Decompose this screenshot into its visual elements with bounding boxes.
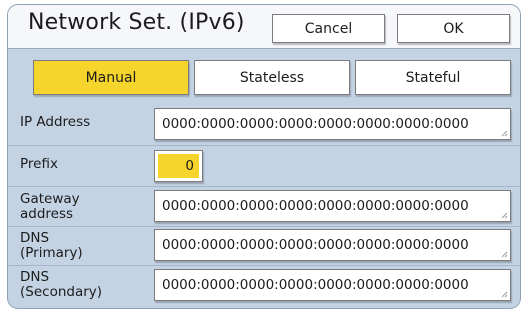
dns-primary-field[interactable]: 0000:0000:0000:0000:0000:0000:0000:0000 xyxy=(154,229,511,261)
dns-secondary-label-line1: DNS xyxy=(20,269,50,285)
ok-button[interactable]: OK xyxy=(397,14,510,43)
ip-address-field[interactable]: 0000:0000:0000:0000:0000:0000:0000:0000 xyxy=(154,108,511,140)
dns-secondary-label-line2: (Secondary) xyxy=(20,284,103,300)
resize-grip-icon xyxy=(501,212,508,219)
ip-address-value: 0000:0000:0000:0000:0000:0000:0000:0000 xyxy=(162,116,469,132)
row-divider xyxy=(8,186,520,187)
row-divider xyxy=(8,145,520,146)
gateway-label-line1: Gateway xyxy=(20,191,80,207)
row-divider xyxy=(8,226,520,227)
tab-stateful[interactable]: Stateful xyxy=(355,60,511,95)
resize-grip-icon xyxy=(501,251,508,258)
dns-primary-label: DNS (Primary) xyxy=(20,231,83,261)
network-settings-dialog: Network Set. (IPv6) Cancel OK Manual Sta… xyxy=(7,4,521,309)
resize-grip-icon xyxy=(501,130,508,137)
dns-primary-value: 0000:0000:0000:0000:0000:0000:0000:0000 xyxy=(162,237,469,253)
cancel-button[interactable]: Cancel xyxy=(272,14,385,43)
resize-grip-icon xyxy=(501,291,508,298)
gateway-address-field[interactable]: 0000:0000:0000:0000:0000:0000:0000:0000 xyxy=(154,190,511,222)
gateway-label-line2: address xyxy=(20,206,74,222)
gateway-address-value: 0000:0000:0000:0000:0000:0000:0000:0000 xyxy=(162,198,469,214)
tab-stateless[interactable]: Stateless xyxy=(194,60,350,95)
tab-manual[interactable]: Manual xyxy=(33,60,189,95)
prefix-value: 0 xyxy=(158,154,199,178)
prefix-label: Prefix xyxy=(20,156,58,172)
dns-secondary-value: 0000:0000:0000:0000:0000:0000:0000:0000 xyxy=(162,277,469,293)
dns-secondary-label: DNS (Secondary) xyxy=(20,270,102,300)
dialog-title: Network Set. (IPv6) xyxy=(28,10,245,35)
dialog-header: Network Set. (IPv6) Cancel OK xyxy=(8,5,520,49)
prefix-field[interactable]: 0 xyxy=(154,150,203,182)
dns-primary-label-line2: (Primary) xyxy=(20,245,83,261)
ip-address-label: IP Address xyxy=(20,114,91,130)
gateway-label: Gateway address xyxy=(20,192,80,222)
dns-secondary-field[interactable]: 0000:0000:0000:0000:0000:0000:0000:0000 xyxy=(154,269,511,301)
dns-primary-label-line1: DNS xyxy=(20,230,50,246)
row-divider xyxy=(8,265,520,266)
